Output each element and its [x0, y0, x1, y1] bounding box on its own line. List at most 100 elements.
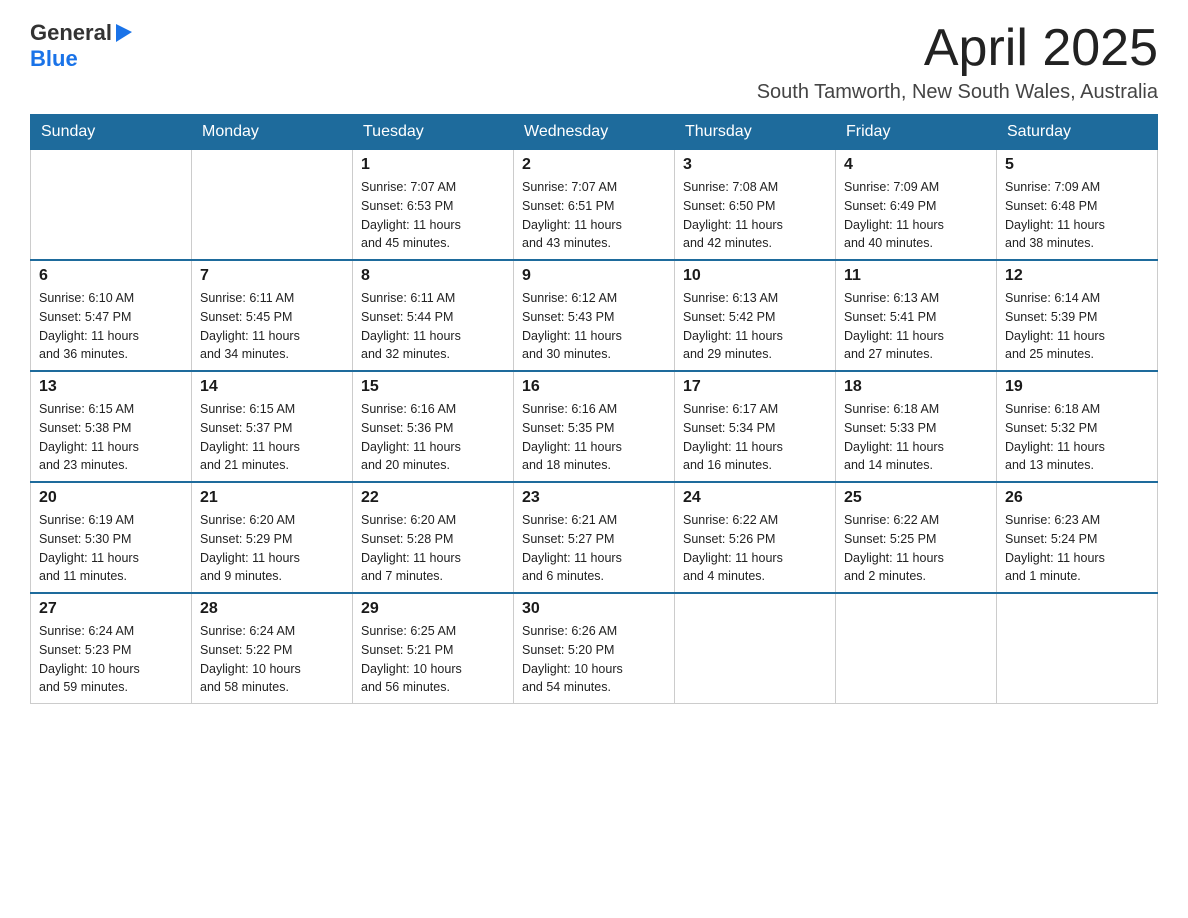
- logo-blue-text: Blue: [30, 46, 78, 71]
- day-number: 28: [200, 600, 344, 618]
- calendar-week-row: 1 Sunrise: 7:07 AM Sunset: 6:53 PM Daylig…: [31, 150, 1158, 261]
- header: General Blue April 2025 South Tamworth, …: [30, 20, 1158, 104]
- logo: General Blue: [30, 20, 134, 72]
- calendar-day-cell: [31, 150, 192, 261]
- day-of-week-header: Sunday: [31, 115, 192, 150]
- day-number: 30: [522, 600, 666, 618]
- day-info: Sunrise: 7:08 AM Sunset: 6:50 PM Dayligh…: [683, 178, 827, 253]
- title-area: April 2025 South Tamworth, New South Wal…: [757, 20, 1158, 104]
- calendar-week-row: 6 Sunrise: 6:10 AM Sunset: 5:47 PM Daylig…: [31, 260, 1158, 371]
- day-number: 16: [522, 378, 666, 396]
- day-number: 24: [683, 489, 827, 507]
- calendar-table: SundayMondayTuesdayWednesdayThursdayFrid…: [30, 114, 1158, 704]
- day-number: 23: [522, 489, 666, 507]
- day-number: 18: [844, 378, 988, 396]
- calendar-day-cell: 28Sunrise: 6:24 AM Sunset: 5:22 PM Dayli…: [192, 593, 353, 704]
- day-info: Sunrise: 6:13 AM Sunset: 5:41 PM Dayligh…: [844, 289, 988, 364]
- day-number: 19: [1005, 378, 1149, 396]
- calendar-header-row: SundayMondayTuesdayWednesdayThursdayFrid…: [31, 115, 1158, 150]
- day-number: 17: [683, 378, 827, 396]
- calendar-day-cell: [192, 150, 353, 261]
- calendar-day-cell: [997, 593, 1158, 704]
- day-number: 22: [361, 489, 505, 507]
- day-number: 13: [39, 378, 183, 396]
- calendar-day-cell: 19 Sunrise: 6:18 AM Sunset: 5:32 PM Dayli…: [997, 371, 1158, 482]
- day-info: Sunrise: 6:25 AM Sunset: 5:21 PM Dayligh…: [361, 622, 505, 697]
- calendar-day-cell: 8 Sunrise: 6:11 AM Sunset: 5:44 PM Daylig…: [353, 260, 514, 371]
- calendar-day-cell: 15 Sunrise: 6:16 AM Sunset: 5:36 PM Dayli…: [353, 371, 514, 482]
- day-info: Sunrise: 6:16 AM Sunset: 5:36 PM Dayligh…: [361, 400, 505, 475]
- day-info: Sunrise: 6:11 AM Sunset: 5:45 PM Dayligh…: [200, 289, 344, 364]
- day-info: Sunrise: 6:13 AM Sunset: 5:42 PM Dayligh…: [683, 289, 827, 364]
- day-of-week-header: Wednesday: [514, 115, 675, 150]
- day-info: Sunrise: 6:12 AM Sunset: 5:43 PM Dayligh…: [522, 289, 666, 364]
- day-info: Sunrise: 6:20 AM Sunset: 5:28 PM Dayligh…: [361, 511, 505, 586]
- day-number: 21: [200, 489, 344, 507]
- day-info: Sunrise: 7:07 AM Sunset: 6:53 PM Dayligh…: [361, 178, 505, 253]
- calendar-day-cell: 7 Sunrise: 6:11 AM Sunset: 5:45 PM Daylig…: [192, 260, 353, 371]
- day-number: 9: [522, 267, 666, 285]
- calendar-day-cell: 2Sunrise: 7:07 AM Sunset: 6:51 PM Daylig…: [514, 150, 675, 261]
- day-of-week-header: Tuesday: [353, 115, 514, 150]
- day-number: 8: [361, 267, 505, 285]
- logo-triangle-icon: [114, 22, 134, 44]
- day-info: Sunrise: 6:22 AM Sunset: 5:25 PM Dayligh…: [844, 511, 988, 586]
- calendar-day-cell: 30Sunrise: 6:26 AM Sunset: 5:20 PM Dayli…: [514, 593, 675, 704]
- calendar-week-row: 27Sunrise: 6:24 AM Sunset: 5:23 PM Dayli…: [31, 593, 1158, 704]
- calendar-day-cell: [675, 593, 836, 704]
- day-info: Sunrise: 6:18 AM Sunset: 5:33 PM Dayligh…: [844, 400, 988, 475]
- day-number: 4: [844, 156, 988, 174]
- day-number: 29: [361, 600, 505, 618]
- day-info: Sunrise: 6:18 AM Sunset: 5:32 PM Dayligh…: [1005, 400, 1149, 475]
- calendar-day-cell: 4 Sunrise: 7:09 AM Sunset: 6:49 PM Daylig…: [836, 150, 997, 261]
- day-number: 1: [361, 156, 505, 174]
- calendar-day-cell: 23 Sunrise: 6:21 AM Sunset: 5:27 PM Dayli…: [514, 482, 675, 593]
- day-info: Sunrise: 7:09 AM Sunset: 6:49 PM Dayligh…: [844, 178, 988, 253]
- day-number: 3: [683, 156, 827, 174]
- day-of-week-header: Monday: [192, 115, 353, 150]
- day-info: Sunrise: 6:21 AM Sunset: 5:27 PM Dayligh…: [522, 511, 666, 586]
- day-info: Sunrise: 6:15 AM Sunset: 5:37 PM Dayligh…: [200, 400, 344, 475]
- day-number: 14: [200, 378, 344, 396]
- day-info: Sunrise: 7:07 AM Sunset: 6:51 PM Dayligh…: [522, 178, 666, 253]
- calendar-week-row: 13 Sunrise: 6:15 AM Sunset: 5:38 PM Dayli…: [31, 371, 1158, 482]
- calendar-day-cell: 14 Sunrise: 6:15 AM Sunset: 5:37 PM Dayli…: [192, 371, 353, 482]
- day-info: Sunrise: 6:23 AM Sunset: 5:24 PM Dayligh…: [1005, 511, 1149, 586]
- logo-general-text: General: [30, 20, 112, 46]
- calendar-day-cell: 22 Sunrise: 6:20 AM Sunset: 5:28 PM Dayli…: [353, 482, 514, 593]
- calendar-day-cell: 25Sunrise: 6:22 AM Sunset: 5:25 PM Dayli…: [836, 482, 997, 593]
- calendar-day-cell: 1 Sunrise: 7:07 AM Sunset: 6:53 PM Daylig…: [353, 150, 514, 261]
- day-info: Sunrise: 6:10 AM Sunset: 5:47 PM Dayligh…: [39, 289, 183, 364]
- day-info: Sunrise: 6:19 AM Sunset: 5:30 PM Dayligh…: [39, 511, 183, 586]
- calendar-day-cell: 5Sunrise: 7:09 AM Sunset: 6:48 PM Daylig…: [997, 150, 1158, 261]
- calendar-day-cell: 20 Sunrise: 6:19 AM Sunset: 5:30 PM Dayli…: [31, 482, 192, 593]
- calendar-day-cell: 21Sunrise: 6:20 AM Sunset: 5:29 PM Dayli…: [192, 482, 353, 593]
- calendar-day-cell: 12Sunrise: 6:14 AM Sunset: 5:39 PM Dayli…: [997, 260, 1158, 371]
- day-number: 15: [361, 378, 505, 396]
- calendar-day-cell: 16 Sunrise: 6:16 AM Sunset: 5:35 PM Dayli…: [514, 371, 675, 482]
- day-number: 6: [39, 267, 183, 285]
- month-year-title: April 2025: [757, 20, 1158, 77]
- day-info: Sunrise: 6:15 AM Sunset: 5:38 PM Dayligh…: [39, 400, 183, 475]
- calendar-day-cell: [836, 593, 997, 704]
- day-info: Sunrise: 6:24 AM Sunset: 5:23 PM Dayligh…: [39, 622, 183, 697]
- calendar-day-cell: 17Sunrise: 6:17 AM Sunset: 5:34 PM Dayli…: [675, 371, 836, 482]
- day-of-week-header: Friday: [836, 115, 997, 150]
- calendar-day-cell: 27Sunrise: 6:24 AM Sunset: 5:23 PM Dayli…: [31, 593, 192, 704]
- day-number: 20: [39, 489, 183, 507]
- calendar-day-cell: 24 Sunrise: 6:22 AM Sunset: 5:26 PM Dayli…: [675, 482, 836, 593]
- day-info: Sunrise: 6:11 AM Sunset: 5:44 PM Dayligh…: [361, 289, 505, 364]
- day-of-week-header: Saturday: [997, 115, 1158, 150]
- calendar-day-cell: 13 Sunrise: 6:15 AM Sunset: 5:38 PM Dayli…: [31, 371, 192, 482]
- location-subtitle: South Tamworth, New South Wales, Austral…: [757, 81, 1158, 104]
- day-info: Sunrise: 6:16 AM Sunset: 5:35 PM Dayligh…: [522, 400, 666, 475]
- day-info: Sunrise: 6:22 AM Sunset: 5:26 PM Dayligh…: [683, 511, 827, 586]
- calendar-day-cell: 29 Sunrise: 6:25 AM Sunset: 5:21 PM Dayli…: [353, 593, 514, 704]
- day-number: 11: [844, 267, 988, 285]
- day-number: 5: [1005, 156, 1149, 174]
- day-of-week-header: Thursday: [675, 115, 836, 150]
- calendar-day-cell: 11 Sunrise: 6:13 AM Sunset: 5:41 PM Dayli…: [836, 260, 997, 371]
- calendar-day-cell: 26Sunrise: 6:23 AM Sunset: 5:24 PM Dayli…: [997, 482, 1158, 593]
- day-info: Sunrise: 6:14 AM Sunset: 5:39 PM Dayligh…: [1005, 289, 1149, 364]
- day-number: 7: [200, 267, 344, 285]
